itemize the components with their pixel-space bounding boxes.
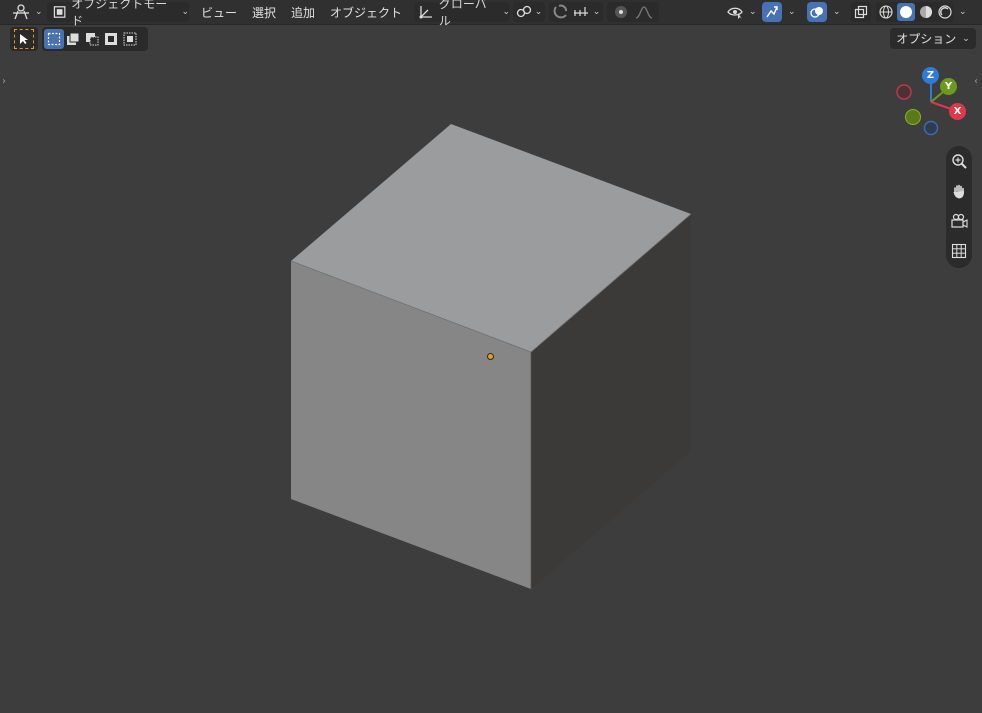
cube-object[interactable] — [0, 0, 982, 713]
object-origin-dot — [487, 353, 494, 360]
